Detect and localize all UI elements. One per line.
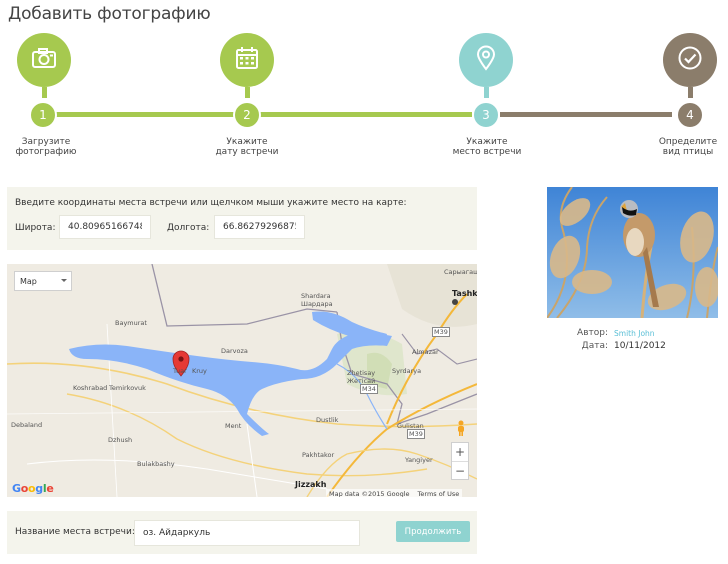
map-place-label: Dustlik xyxy=(316,416,339,424)
zoom-out-button[interactable]: − xyxy=(452,462,468,480)
step-progress-line-done xyxy=(56,112,472,117)
map-place-label: Dzhush xyxy=(108,436,133,444)
map-place-label: Koshrabad xyxy=(73,384,108,392)
zoom-control: + − xyxy=(451,442,469,480)
map-place-label: Syrdarya xyxy=(392,367,422,375)
pegman-icon[interactable] xyxy=(456,420,466,436)
map-road-label: M39 xyxy=(407,429,425,439)
step-2-stem xyxy=(245,87,250,98)
map-place-label: Ment xyxy=(225,422,242,430)
map-place-label: Kruy xyxy=(192,367,207,375)
step-2-label: Укажите дату встречи xyxy=(215,137,279,157)
map[interactable]: Сарыагаш Tashk Shardara Шардара Baymurat… xyxy=(7,264,477,497)
step-1-label: Загрузите фотографию xyxy=(15,137,77,157)
map-pin-icon xyxy=(475,45,497,75)
date-label: Дата: xyxy=(581,341,608,351)
map-place-label: Yangiyer xyxy=(405,456,433,464)
map-place-label: Temirkovuk xyxy=(109,384,146,392)
map-place-label: Shardara xyxy=(301,292,331,300)
step-3-stem xyxy=(484,87,489,98)
coords-hint: Введите координаты места встречи или щел… xyxy=(15,198,407,208)
step-1-stem xyxy=(42,87,47,98)
map-place-label: Шардара xyxy=(301,300,333,308)
map-road-label: M34 xyxy=(360,384,378,394)
map-data-attribution: Map data ©2015 Google xyxy=(329,490,410,497)
author-link[interactable]: Smith John xyxy=(614,329,655,338)
page-title: Добавить фотографию xyxy=(8,4,211,24)
map-type-selected: Map xyxy=(20,277,37,286)
map-place-label: Almazar xyxy=(412,348,439,356)
step-2-icon-circle[interactable] xyxy=(220,33,274,87)
google-logo: Google xyxy=(12,482,54,495)
map-place-label: Bulakbashy xyxy=(137,460,175,468)
map-place-label: Baymurat xyxy=(115,319,147,327)
map-attribution: Map data ©2015 Google Terms of Use xyxy=(326,489,463,497)
map-place-label: Darvoza xyxy=(221,347,248,355)
longitude-label: Долгота: xyxy=(167,223,210,233)
calendar-icon xyxy=(235,46,259,74)
map-place-label: Tashk xyxy=(452,289,477,298)
map-type-select[interactable]: Map xyxy=(14,271,72,291)
step-3-number: 3 xyxy=(472,101,500,129)
step-4-number: 4 xyxy=(676,101,704,129)
step-4-icon-circle[interactable] xyxy=(663,33,717,87)
coords-panel: Введите координаты места встречи или щел… xyxy=(7,187,477,250)
photo-meta: Автор: Smith John Дата: 10/11/2012 xyxy=(547,328,718,358)
step-2-number: 2 xyxy=(233,101,261,129)
map-place-label: Сарыагаш xyxy=(444,268,477,276)
step-3-icon-circle[interactable] xyxy=(459,33,513,87)
map-place-label: Debaland xyxy=(11,421,43,429)
camera-icon xyxy=(31,47,57,73)
longitude-input[interactable] xyxy=(214,215,305,239)
date-value: 10/11/2012 xyxy=(614,341,666,351)
step-4-label: Определите вид птицы xyxy=(658,137,718,157)
meeting-place-label: Название места встречи: xyxy=(15,527,135,537)
meeting-place-panel: Название места встречи: Продолжить xyxy=(7,511,477,554)
map-road-label: M39 xyxy=(432,327,450,337)
check-circle-icon xyxy=(677,45,703,75)
map-place-label: Zhetisay xyxy=(347,369,376,377)
step-3-label: Укажите место встречи xyxy=(452,137,522,157)
zoom-in-button[interactable]: + xyxy=(452,443,468,461)
map-place-label: Pakhtakor xyxy=(302,451,335,459)
bird-photo xyxy=(547,187,718,318)
meeting-place-input[interactable] xyxy=(134,520,360,546)
step-progress-line-pending xyxy=(500,112,672,117)
map-place-label: Jizzakh xyxy=(295,480,327,489)
latitude-input[interactable] xyxy=(59,215,151,239)
terms-of-use-link[interactable]: Terms of Use xyxy=(418,490,460,497)
step-1-icon-circle[interactable] xyxy=(17,33,71,87)
continue-button[interactable]: Продолжить xyxy=(396,521,470,542)
step-1-number: 1 xyxy=(29,101,57,129)
chevron-down-icon xyxy=(61,279,67,282)
latitude-label: Широта: xyxy=(15,223,56,233)
map-place-label: Tuar xyxy=(173,367,187,375)
author-label: Автор: xyxy=(577,328,608,338)
step-4-stem xyxy=(688,87,693,98)
